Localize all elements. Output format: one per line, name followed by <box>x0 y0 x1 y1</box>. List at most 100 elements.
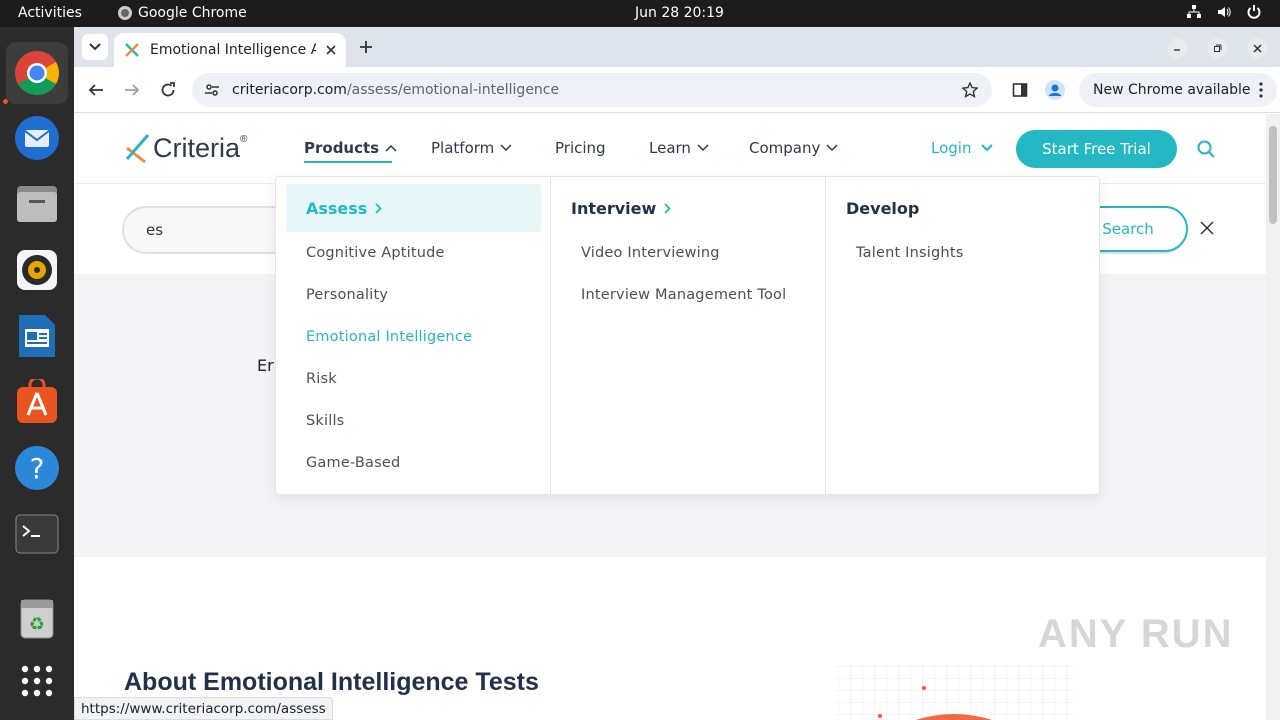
tab-title: Emotional Intelligence A <box>150 42 316 58</box>
menu-item-video-interviewing[interactable]: Video Interviewing <box>581 245 720 261</box>
scrollbar-thumb[interactable] <box>1269 126 1277 224</box>
more-vert-icon <box>1258 82 1263 98</box>
criteria-favicon-icon <box>125 43 139 57</box>
clock[interactable]: Jun 28 20:19 <box>635 5 724 21</box>
svg-text:?: ? <box>30 452 45 485</box>
chevron-up-icon <box>385 144 397 152</box>
chevron-down-icon <box>500 144 512 152</box>
menu-item-personality[interactable]: Personality <box>306 287 388 303</box>
decorative-graphic <box>834 664 1074 720</box>
chevron-down-icon <box>826 144 838 152</box>
site-header: Criteria ® Products Platform Pricing Lea… <box>74 114 1266 184</box>
nav-platform-label: Platform <box>431 139 495 157</box>
chevron-right-icon <box>375 202 383 214</box>
develop-heading-label: Develop <box>846 198 920 218</box>
about-heading: About Emotional Intelligence Tests <box>124 668 539 696</box>
forward-arrow-icon[interactable] <box>124 82 140 98</box>
help-icon[interactable]: ? <box>13 444 61 492</box>
logo-registered-mark: ® <box>240 134 248 145</box>
search-icon[interactable] <box>1197 140 1215 158</box>
writer-icon[interactable] <box>13 312 61 360</box>
develop-heading[interactable]: Develop <box>826 184 1081 232</box>
network-icon <box>1187 5 1201 18</box>
url-host: criteriacorp.com <box>232 82 347 98</box>
back-arrow-icon[interactable] <box>88 82 104 98</box>
nav-company-label: Company <box>749 139 821 157</box>
criteria-logo[interactable]: Criteria ® <box>124 132 247 164</box>
address-bar[interactable]: criteriacorp.com/assess/emotional-intell… <box>192 73 992 107</box>
menu-item-skills[interactable]: Skills <box>306 413 344 429</box>
reload-icon[interactable] <box>160 82 176 98</box>
develop-column: Develop Talent Insights <box>826 177 1101 494</box>
nav-products[interactable]: Products <box>304 139 397 157</box>
profile-avatar-icon[interactable] <box>1045 80 1065 100</box>
app-menu[interactable]: Google Chrome <box>118 5 247 21</box>
new-chrome-label: New Chrome available <box>1093 82 1251 98</box>
trash-icon[interactable]: ♻ <box>13 594 61 642</box>
rhythmbox-icon[interactable] <box>13 246 61 294</box>
new-chrome-available-button[interactable]: New Chrome available <box>1079 73 1277 107</box>
tab-search-button[interactable] <box>82 34 108 60</box>
close-icon <box>1252 43 1262 53</box>
close-tab-icon[interactable] <box>326 45 336 55</box>
menu-item-talent-insights[interactable]: Talent Insights <box>856 245 963 261</box>
link-status-bar: https://www.criteriacorp.com/assess <box>74 697 333 720</box>
volume-icon <box>1218 7 1231 17</box>
menu-item-cognitive-aptitude[interactable]: Cognitive Aptitude <box>306 245 445 261</box>
side-panel-icon[interactable] <box>1012 82 1028 98</box>
close-search-icon[interactable] <box>1200 221 1214 235</box>
minimize-button[interactable] <box>1167 38 1187 58</box>
restore-button[interactable] <box>1207 38 1227 58</box>
browser-tab[interactable]: Emotional Intelligence A <box>114 33 346 67</box>
new-tab-icon[interactable] <box>359 40 373 54</box>
start-free-trial-button[interactable]: Start Free Trial <box>1016 130 1177 168</box>
interview-heading-label: Interview <box>571 198 657 218</box>
chrome-small-icon <box>118 6 132 20</box>
login-label: Login <box>931 139 972 157</box>
browser-toolbar: criteriacorp.com/assess/emotional-intell… <box>74 67 1280 113</box>
nav-learn-label: Learn <box>649 139 691 157</box>
app-grid-icon[interactable] <box>13 657 61 705</box>
nav-products-label: Products <box>304 139 380 157</box>
nav-company[interactable]: Company <box>749 139 838 157</box>
bookmark-star-icon[interactable] <box>962 82 978 98</box>
terminal-icon[interactable] <box>13 510 61 558</box>
nav-pricing[interactable]: Pricing <box>555 139 606 157</box>
power-icon <box>1247 5 1261 19</box>
logo-text: Criteria <box>153 132 241 163</box>
page-scrollbar[interactable] <box>1266 114 1280 720</box>
activities-button[interactable]: Activities <box>18 5 82 21</box>
interview-column: Interview Video Interviewing Interview M… <box>551 177 826 494</box>
thunderbird-icon[interactable] <box>13 114 61 162</box>
chevron-right-icon <box>664 202 672 214</box>
nav-active-underline <box>304 161 392 163</box>
menu-item-game-based[interactable]: Game-Based <box>306 455 400 471</box>
tab-strip: Emotional Intelligence A <box>74 27 1280 67</box>
menu-item-emotional-intelligence[interactable]: Emotional Intelligence <box>306 329 472 345</box>
login-menu[interactable]: Login <box>931 139 994 157</box>
interview-heading[interactable]: Interview <box>551 184 806 232</box>
app-center-icon[interactable] <box>13 378 61 426</box>
close-window-button[interactable] <box>1247 38 1267 58</box>
chevron-down-icon <box>697 144 709 152</box>
nav-pricing-label: Pricing <box>555 139 606 157</box>
chevron-down-icon <box>89 43 101 51</box>
assess-heading[interactable]: Assess <box>286 184 541 232</box>
system-tray[interactable] <box>1186 4 1262 20</box>
running-indicator <box>3 99 8 104</box>
products-dropdown: Assess Cognitive Aptitude Personality Em… <box>275 176 1100 495</box>
hero-text: Er <box>257 356 274 375</box>
site-search-value: es <box>146 221 164 239</box>
site-info-icon[interactable] <box>204 82 220 98</box>
files-icon[interactable] <box>13 180 61 228</box>
restore-icon <box>1213 44 1221 52</box>
app-name: Google Chrome <box>138 5 247 21</box>
menu-item-interview-management-tool[interactable]: Interview Management Tool <box>581 287 786 303</box>
menu-item-risk[interactable]: Risk <box>306 371 337 387</box>
assess-column: Assess Cognitive Aptitude Personality Em… <box>276 177 551 494</box>
nav-platform[interactable]: Platform <box>431 139 512 157</box>
chrome-icon[interactable] <box>6 42 68 104</box>
criteria-x-mark-icon <box>125 134 150 164</box>
svg-text:♻: ♻ <box>29 614 45 635</box>
nav-learn[interactable]: Learn <box>649 139 709 157</box>
